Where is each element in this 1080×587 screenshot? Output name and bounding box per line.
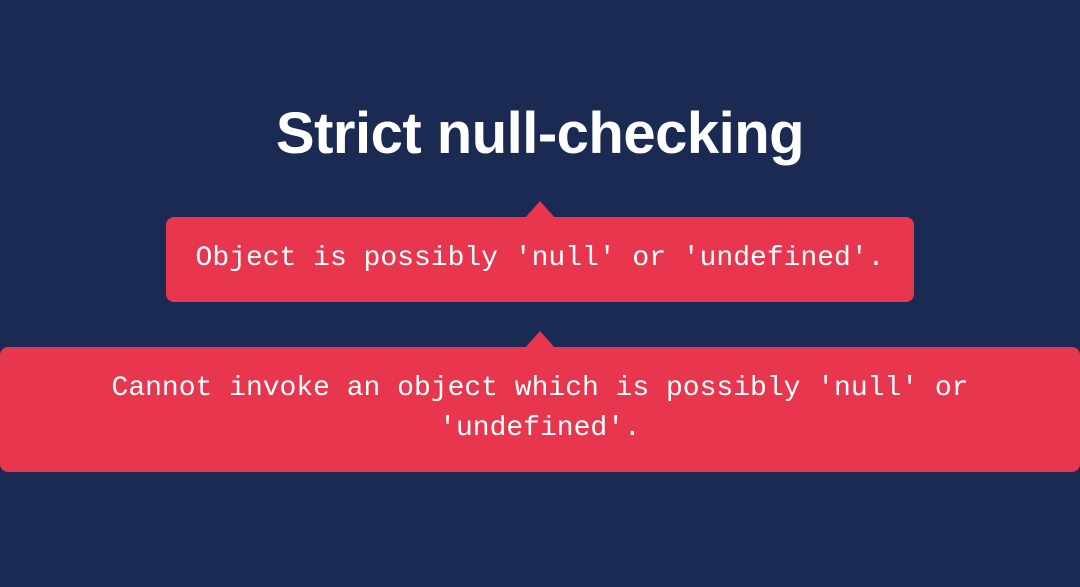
slide-title: Strict null-checking	[276, 100, 804, 167]
error-callout-2: Cannot invoke an object which is possibl…	[0, 347, 1080, 472]
error-callout-1: Object is possibly 'null' or 'undefined'…	[166, 217, 915, 302]
callouts-group: Object is possibly 'null' or 'undefined'…	[0, 217, 1080, 472]
